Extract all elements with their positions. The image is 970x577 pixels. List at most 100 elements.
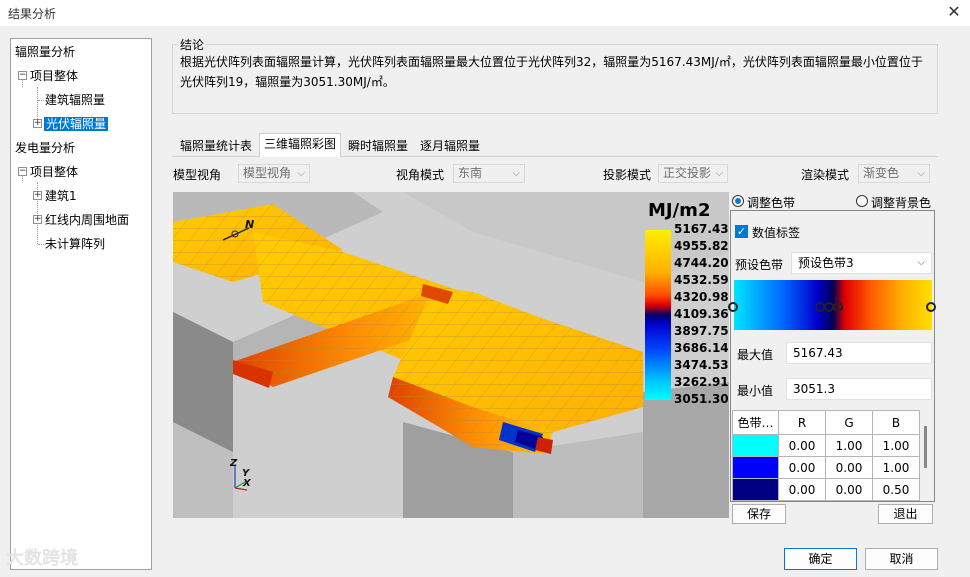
- analysis-tree: 辐照量分析 − 项目整体 建筑辐照量 + 光伏辐照量 发电量分析 − 项目整体 …: [10, 38, 152, 570]
- tree-item-label: 建筑辐照量: [45, 93, 106, 107]
- legend-tick: 4320.98: [674, 290, 729, 304]
- table-scrollbar[interactable]: [920, 410, 934, 500]
- column-header[interactable]: R: [778, 410, 826, 435]
- expand-icon[interactable]: +: [33, 119, 42, 128]
- tree-item-label: 发电量分析: [15, 141, 76, 155]
- legend-tick: 3051.30: [674, 392, 729, 406]
- tree-item-ground-within-redline[interactable]: 红线内周围地面: [45, 209, 129, 231]
- conclusion-label: 结论: [178, 36, 207, 53]
- chevron-down-icon: ⌵: [917, 257, 925, 268]
- legend-tick: 3474.53: [674, 358, 729, 372]
- max-value-field[interactable]: 5167.43: [786, 342, 932, 364]
- model-view-value: 模型视角: [243, 166, 292, 180]
- tree-item-label: 辐照量分析: [15, 45, 76, 59]
- color-swatch[interactable]: [732, 478, 779, 501]
- save-button[interactable]: 保存: [732, 504, 786, 524]
- tree-item-building-1[interactable]: 建筑1: [45, 185, 77, 207]
- tree-item-label: 未计算阵列: [45, 237, 106, 251]
- legend-tick: 4532.59: [674, 273, 729, 287]
- value-label-text: 数值标签: [752, 226, 801, 240]
- view-mode-select[interactable]: 东南 ⌵: [453, 164, 525, 183]
- window-titlebar: 结果分析 ✕: [0, 0, 970, 26]
- b-cell[interactable]: 1.00: [872, 456, 920, 479]
- preset-band-select[interactable]: 预设色带3 ⌵: [791, 252, 932, 274]
- legend-tick: 4744.20: [674, 256, 729, 270]
- legend-tick: 5167.43: [674, 222, 729, 236]
- model-view-select[interactable]: 模型视角 ⌵: [238, 164, 310, 183]
- value-label-checkbox[interactable]: ✓: [735, 225, 748, 238]
- tab-instant-irradiation[interactable]: 瞬时辐照量: [344, 136, 412, 156]
- gradient-stop-handle[interactable]: [926, 302, 936, 312]
- expand-icon[interactable]: +: [33, 215, 42, 224]
- tree-item-generation-analysis[interactable]: 发电量分析: [15, 137, 75, 159]
- render-mode-select[interactable]: 渐变色 ⌵: [858, 164, 930, 183]
- tree-item-pv-irradiation[interactable]: 光伏辐照量: [44, 113, 109, 135]
- g-cell[interactable]: 0.00: [825, 456, 873, 479]
- cancel-button[interactable]: 取消: [865, 548, 938, 570]
- legend-tick: 4955.82: [674, 239, 729, 253]
- tree-item-project-overall-2[interactable]: 项目整体: [30, 161, 78, 183]
- max-value-label: 最大值: [737, 348, 774, 362]
- tree-item-uncalculated-arrays[interactable]: 未计算阵列: [45, 233, 105, 255]
- adjust-band-radio[interactable]: [732, 195, 744, 207]
- tree-item-label: 建筑1: [45, 189, 77, 203]
- tree-item-project-overall[interactable]: 项目整体: [30, 65, 78, 87]
- adjust-band-label: 调整色带: [747, 196, 796, 210]
- watermark: 大数跨境: [6, 548, 78, 569]
- tab-monthly-irradiation[interactable]: 逐月辐照量: [416, 136, 484, 156]
- window-title: 结果分析: [8, 7, 57, 21]
- r-cell[interactable]: 0.00: [778, 434, 826, 457]
- adjust-background-label: 调整背景色: [871, 196, 932, 210]
- tree-item-irradiation-analysis[interactable]: 辐照量分析: [15, 41, 75, 63]
- gradient-stop-handle[interactable]: [833, 302, 843, 312]
- column-header[interactable]: G: [825, 410, 873, 435]
- chevron-down-icon: ⌵: [512, 168, 520, 179]
- legend-tick: 3262.91: [674, 375, 729, 389]
- preset-band-value: 预设色带3: [798, 256, 854, 270]
- min-value-label: 最小值: [737, 384, 774, 398]
- exit-button[interactable]: 退出: [878, 504, 933, 524]
- tab-3d-irradiation-map[interactable]: 三维辐照彩图: [259, 133, 342, 157]
- preset-band-label: 预设色带: [735, 258, 784, 272]
- table-row[interactable]: 0.00 0.00 1.00: [732, 456, 920, 479]
- table-header-row: 色带… R G B: [732, 410, 920, 435]
- gradient-stop-handle[interactable]: [728, 302, 738, 312]
- chevron-down-icon: ⌵: [917, 168, 925, 179]
- z-axis-label: Z: [229, 458, 238, 469]
- g-cell[interactable]: 0.00: [825, 478, 873, 501]
- table-row[interactable]: 0.00 1.00 1.00: [732, 434, 920, 457]
- column-header[interactable]: B: [872, 410, 920, 435]
- legend-tick: 4109.36: [674, 307, 729, 321]
- legend-tick: 3897.75: [674, 324, 729, 338]
- tree-item-building-irradiation[interactable]: 建筑辐照量: [45, 89, 105, 111]
- table-row[interactable]: 0.00 0.00 0.50: [732, 478, 920, 501]
- projection-label: 投影模式: [603, 168, 652, 182]
- model-view-label: 模型视角: [173, 168, 222, 182]
- collapse-icon[interactable]: −: [18, 167, 27, 176]
- expand-icon[interactable]: +: [33, 191, 42, 200]
- r-cell[interactable]: 0.00: [778, 478, 826, 501]
- tab-irradiation-table[interactable]: 辐照量统计表: [176, 136, 256, 156]
- ok-button[interactable]: 确定: [784, 548, 857, 570]
- render-mode-value: 渐变色: [863, 166, 900, 180]
- render-mode-label: 渲染模式: [801, 168, 850, 182]
- adjust-background-radio[interactable]: [856, 195, 868, 207]
- r-cell[interactable]: 0.00: [778, 456, 826, 479]
- color-swatch[interactable]: [732, 434, 779, 457]
- view-mode-value: 东南: [458, 166, 483, 180]
- collapse-icon[interactable]: −: [18, 71, 27, 80]
- legend-color-bar: [645, 230, 671, 400]
- tree-item-label: 红线内周围地面: [45, 213, 130, 227]
- b-cell[interactable]: 1.00: [872, 434, 920, 457]
- column-header[interactable]: 色带…: [732, 410, 779, 435]
- table-scrollbar-thumb[interactable]: [924, 426, 927, 468]
- min-value-field[interactable]: 3051.3: [786, 378, 932, 400]
- projection-select[interactable]: 正交投影 ⌵: [658, 164, 728, 183]
- tree-item-label: 项目整体: [30, 165, 79, 179]
- legend-tick: 3686.14: [674, 341, 729, 355]
- close-button[interactable]: ✕: [944, 2, 964, 22]
- b-cell[interactable]: 0.50: [872, 478, 920, 501]
- view-mode-label: 视角模式: [396, 168, 445, 182]
- color-swatch[interactable]: [732, 456, 779, 479]
- g-cell[interactable]: 1.00: [825, 434, 873, 457]
